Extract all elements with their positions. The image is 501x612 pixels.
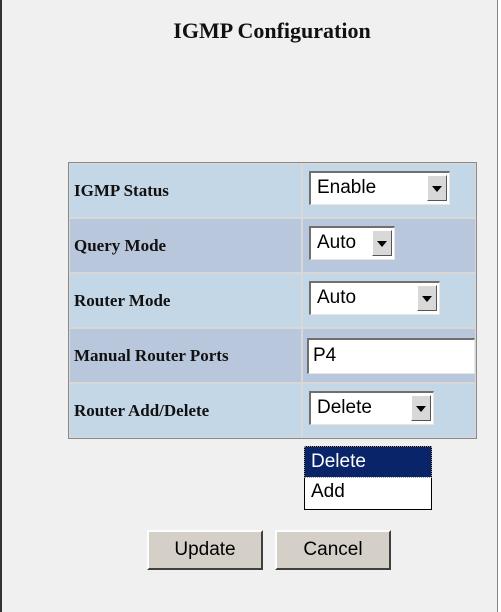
igmp-status-select[interactable]: Enable — [309, 171, 450, 205]
query-mode-label: Query Mode — [69, 218, 302, 273]
query-mode-value: Auto — [317, 232, 357, 253]
cancel-button[interactable]: Cancel — [275, 530, 391, 570]
table-row: Router Add/Delete Delete — [69, 383, 476, 438]
router-add-delete-value: Delete — [317, 397, 372, 418]
table-row: Query Mode Auto — [69, 218, 476, 273]
dropdown-option-delete[interactable]: Delete — [304, 446, 432, 478]
chevron-down-icon[interactable] — [372, 230, 392, 256]
manual-router-ports-cell: P4 — [302, 328, 476, 383]
chevron-down-icon[interactable] — [411, 395, 431, 421]
chevron-down-icon[interactable] — [427, 175, 447, 201]
page-frame: IGMP Configuration IGMP Status Enable Qu… — [0, 0, 498, 612]
router-mode-label: Router Mode — [69, 273, 302, 328]
update-button[interactable]: Update — [147, 530, 263, 570]
router-add-delete-select[interactable]: Delete — [309, 391, 434, 425]
router-mode-value: Auto — [317, 287, 357, 308]
manual-router-ports-input[interactable]: P4 — [307, 337, 475, 374]
igmp-status-label: IGMP Status — [69, 163, 302, 218]
router-mode-select[interactable]: Auto — [309, 281, 440, 315]
router-mode-cell: Auto — [302, 273, 476, 328]
router-add-delete-dropdown-list[interactable]: Delete Add — [304, 446, 432, 510]
query-mode-cell: Auto — [302, 218, 476, 273]
page-title: IGMP Configuration — [173, 18, 371, 43]
igmp-config-table: IGMP Status Enable Query Mode Auto Route… — [68, 162, 477, 439]
chevron-down-icon[interactable] — [417, 285, 437, 311]
igmp-status-value: Enable — [317, 177, 377, 198]
router-add-delete-label: Router Add/Delete — [69, 383, 302, 438]
dropdown-option-add[interactable]: Add — [305, 477, 431, 507]
router-add-delete-cell: Delete — [302, 383, 476, 438]
table-row: Router Mode Auto — [69, 273, 476, 328]
igmp-status-cell: Enable — [302, 163, 476, 218]
query-mode-select[interactable]: Auto — [309, 226, 395, 260]
table-row: IGMP Status Enable — [69, 163, 476, 218]
table-row: Manual Router Ports P4 — [69, 328, 476, 383]
manual-router-ports-label: Manual Router Ports — [69, 328, 302, 383]
